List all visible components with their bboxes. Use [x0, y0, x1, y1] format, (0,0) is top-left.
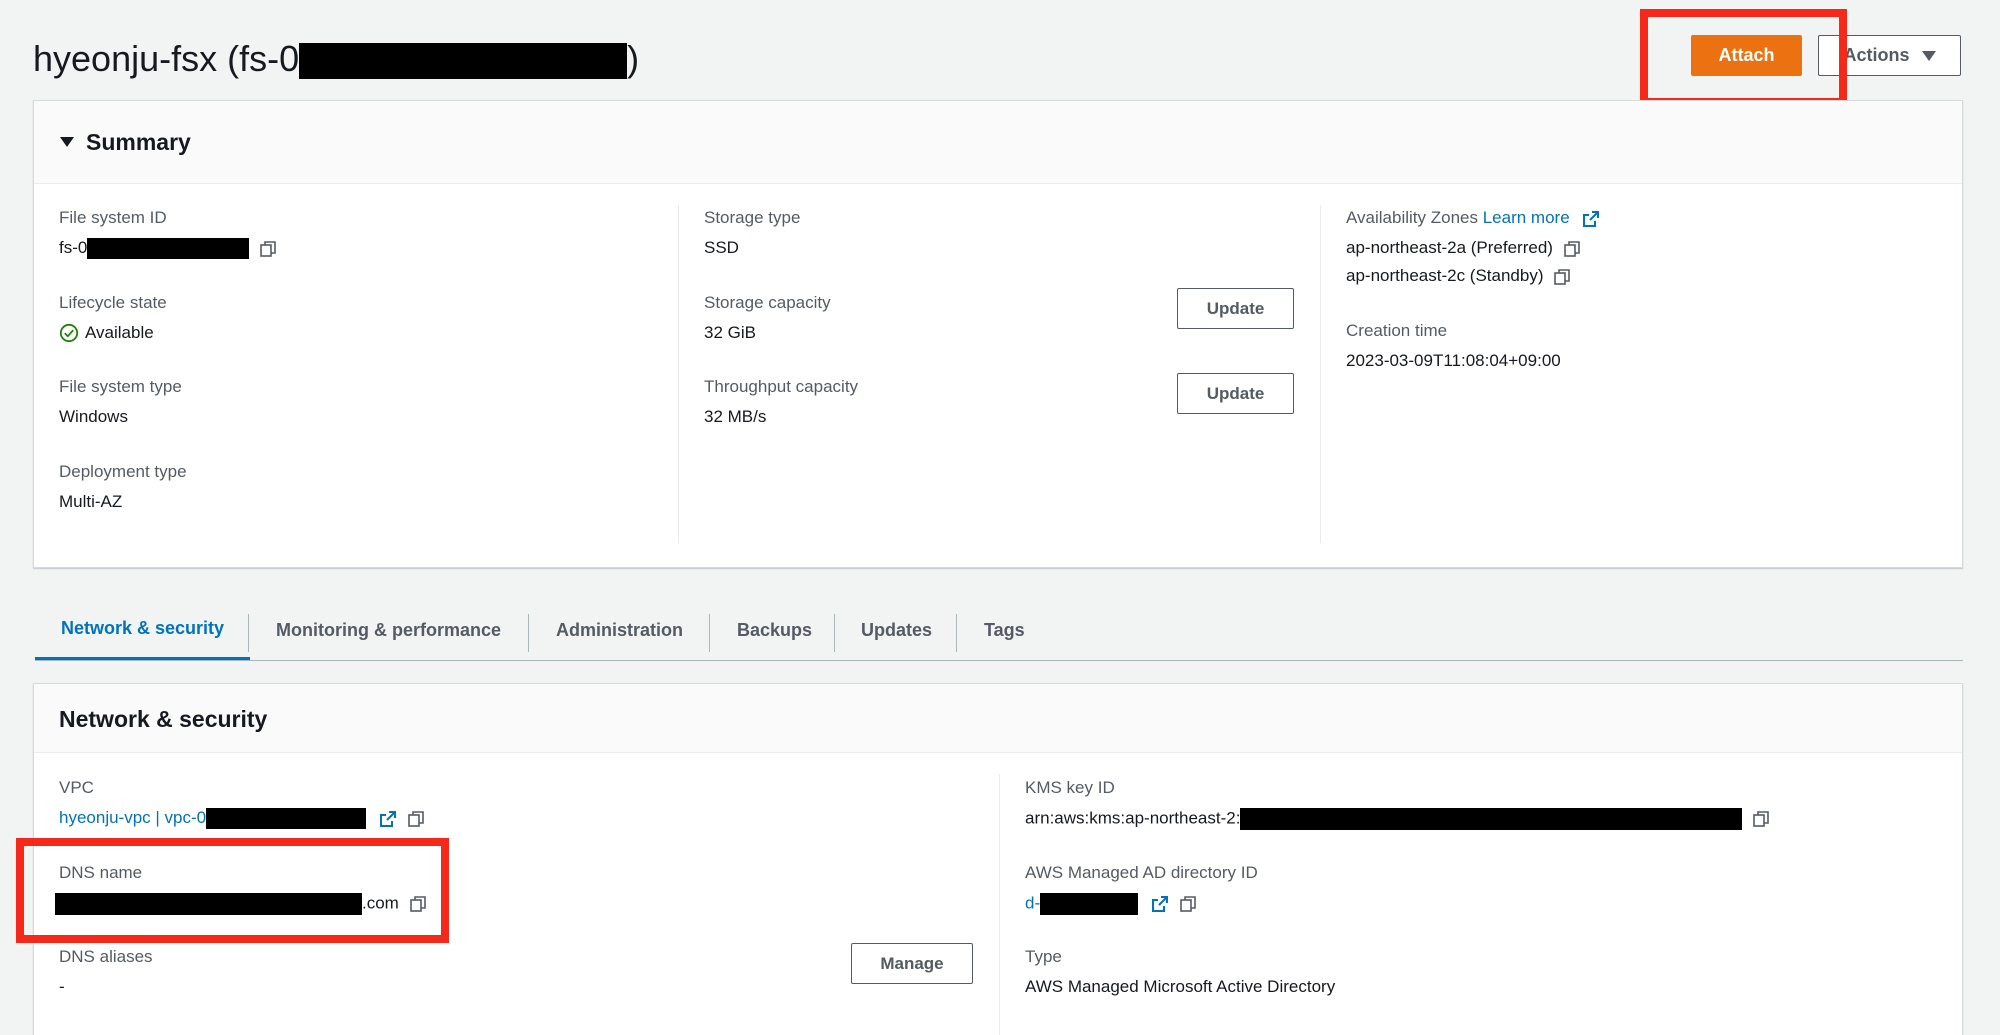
page-title-suffix: )	[627, 38, 640, 79]
copy-icon[interactable]	[1753, 811, 1769, 827]
tab-monitoring-performance[interactable]: Monitoring & performance	[276, 600, 501, 660]
storage-capacity-label: Storage capacity	[704, 293, 831, 312]
deployment-type-label: Deployment type	[59, 462, 187, 481]
external-link-icon[interactable]	[379, 810, 397, 828]
manage-button[interactable]: Manage	[851, 943, 973, 984]
ad-directory-label: AWS Managed AD directory ID	[1025, 863, 1258, 882]
summary-header[interactable]: Summary	[34, 101, 1962, 184]
storage-capacity-value: 32 GiB	[704, 323, 756, 342]
file-system-type-label: File system type	[59, 377, 182, 396]
file-system-id-label: File system ID	[59, 208, 167, 227]
file-system-id-text: fs-0	[59, 238, 88, 257]
lifecycle-state-label: Lifecycle state	[59, 293, 167, 312]
dns-aliases-label: DNS aliases	[59, 947, 153, 966]
tab-separator	[709, 614, 710, 652]
copy-icon[interactable]	[1563, 240, 1580, 257]
ad-directory-link[interactable]: d-	[1025, 893, 1040, 912]
redacted-block	[206, 808, 367, 830]
kms-key-label: KMS key ID	[1025, 778, 1115, 797]
kms-key-value: arn:aws:kms:ap-northeast-2:	[1025, 808, 1769, 830]
column-divider	[1320, 205, 1321, 543]
file-system-id-value: fs-0	[59, 238, 276, 260]
tab-network-security[interactable]: Network & security	[35, 600, 251, 660]
update-storage-button[interactable]: Update	[1177, 288, 1294, 329]
status-success-icon	[59, 323, 79, 343]
network-security-header: Network & security	[34, 684, 1962, 753]
throughput-capacity-label: Throughput capacity	[704, 377, 859, 396]
tab-administration[interactable]: Administration	[556, 600, 683, 660]
redacted-block	[87, 238, 250, 260]
column-divider	[999, 774, 1000, 1035]
learn-more-link[interactable]: Learn more	[1483, 208, 1570, 227]
az-preferred: ap-northeast-2a (Preferred)	[1346, 238, 1580, 258]
tab-separator	[528, 614, 529, 652]
type-value: AWS Managed Microsoft Active Directory	[1025, 977, 1336, 996]
tab-tags[interactable]: Tags	[984, 600, 1025, 660]
redacted-block	[299, 43, 628, 80]
dns-aliases-value: -	[59, 977, 65, 996]
file-system-type-value: Windows	[59, 407, 128, 426]
copy-icon[interactable]	[260, 240, 276, 257]
az-standby: ap-northeast-2c (Standby)	[1346, 266, 1571, 286]
external-link-icon[interactable]	[1582, 210, 1600, 228]
page-title: hyeonju-fsx (fs-0)	[33, 38, 639, 80]
tab-separator	[956, 614, 957, 652]
highlight-box-dns	[16, 838, 449, 943]
deployment-type-value: Multi-AZ	[59, 492, 123, 511]
tab-bar: Network & security Monitoring & performa…	[35, 600, 1963, 661]
storage-type-label: Storage type	[704, 208, 801, 227]
vpc-value: hyeonju-vpc | vpc-0	[59, 808, 424, 830]
tab-updates[interactable]: Updates	[861, 600, 932, 660]
actions-label: Actions	[1843, 45, 1910, 65]
caret-down-icon	[1921, 50, 1936, 61]
update-throughput-button[interactable]: Update	[1177, 373, 1294, 414]
storage-type-value: SSD	[704, 238, 739, 257]
copy-icon[interactable]	[407, 810, 424, 827]
az-preferred-text: ap-northeast-2a (Preferred)	[1346, 238, 1553, 257]
summary-title: Summary	[86, 129, 191, 155]
external-link-icon[interactable]	[1151, 895, 1169, 913]
throughput-capacity-value: 32 MB/s	[704, 407, 767, 426]
caret-expanded-icon	[60, 137, 74, 147]
redacted-block	[1040, 893, 1139, 915]
vpc-label: VPC	[59, 778, 94, 797]
copy-icon[interactable]	[1554, 268, 1571, 285]
availability-zones-label: Availability Zones Learn more	[1346, 208, 1600, 228]
lifecycle-state-value: Available	[59, 323, 154, 343]
kms-key-text: arn:aws:kms:ap-northeast-2:	[1025, 808, 1241, 828]
creation-time-label: Creation time	[1346, 321, 1448, 340]
redacted-block	[1240, 808, 1743, 830]
network-security-title: Network & security	[59, 706, 268, 732]
copy-icon[interactable]	[1179, 896, 1196, 912]
highlight-box-attach	[1640, 9, 1847, 106]
vpc-link[interactable]: hyeonju-vpc | vpc-0	[59, 808, 206, 827]
tab-separator	[248, 614, 249, 652]
type-label: Type	[1025, 947, 1062, 966]
column-divider	[678, 205, 679, 543]
page-title-prefix: hyeonju-fsx (fs-0	[33, 38, 300, 79]
availability-zones-text: Availability Zones	[1346, 208, 1478, 227]
ad-directory-value: d-	[1025, 893, 1196, 915]
tab-separator	[834, 614, 835, 652]
tab-backups[interactable]: Backups	[737, 600, 812, 660]
lifecycle-state-text: Available	[85, 323, 154, 342]
creation-time-value: 2023-03-09T11:08:04+09:00	[1346, 351, 1561, 370]
summary-panel: Summary File system ID fs-0 Lifecycle st…	[33, 100, 1963, 568]
az-standby-text: ap-northeast-2c (Standby)	[1346, 266, 1544, 285]
